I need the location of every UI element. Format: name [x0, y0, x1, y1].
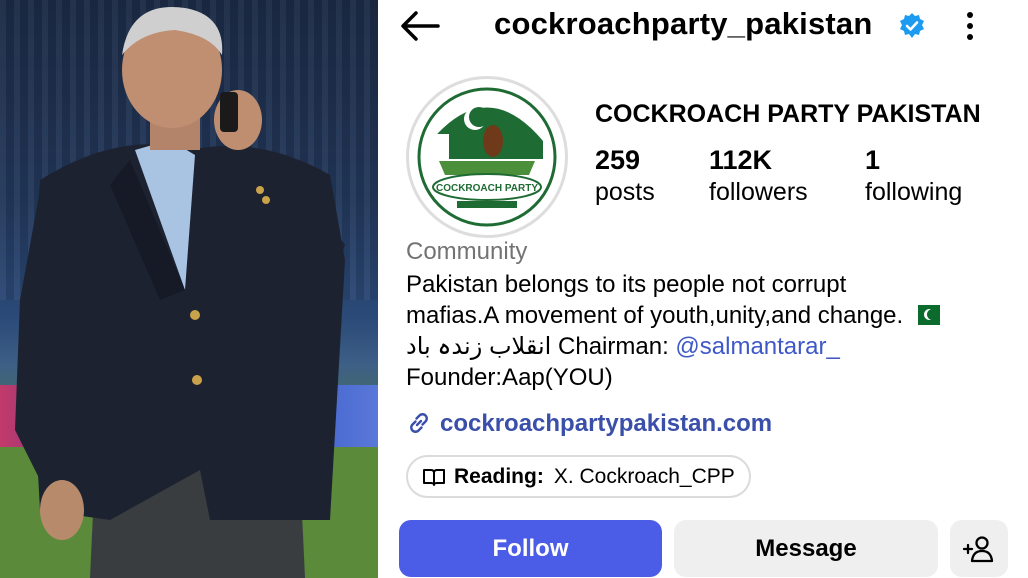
reading-label: Reading:	[454, 464, 544, 488]
website-url: cockroachpartypakistan.com	[440, 410, 773, 437]
bio-mention-link[interactable]: @salmantarar_	[675, 333, 839, 360]
verified-badge-icon	[900, 13, 924, 38]
link-icon	[410, 413, 428, 433]
pakistan-flag-icon	[909, 305, 940, 325]
avatar-logo-text: COCKROACH PARTY	[436, 183, 538, 194]
profile-handle: cockroachparty_pakistan	[494, 6, 873, 41]
add-user-button[interactable]	[950, 520, 1008, 577]
following-stat[interactable]: 1 following	[865, 145, 962, 207]
following-count: 1	[865, 145, 881, 175]
party-logo: COCKROACH PARTY	[417, 87, 557, 227]
following-label: following	[865, 178, 963, 206]
threads-reading-badge[interactable]: Reading: X. Cockroach_CPP	[406, 455, 751, 498]
posts-stat[interactable]: 259 posts	[595, 145, 655, 207]
back-arrow-icon[interactable]	[398, 8, 442, 44]
followers-stat[interactable]: 112K followers	[709, 145, 808, 207]
bio-line-2-text: mafias.A movement of youth,unity,and cha…	[406, 302, 904, 329]
website-link[interactable]: cockroachpartypakistan.com	[406, 410, 772, 438]
profile-photo	[0, 0, 378, 578]
man-on-phone-figure	[15, 6, 345, 578]
posts-count: 259	[595, 145, 641, 175]
profile-avatar[interactable]: COCKROACH PARTY	[406, 76, 568, 238]
bio-line-1: Pakistan belongs to its people not corru…	[406, 271, 847, 298]
follow-button[interactable]: Follow	[399, 520, 662, 577]
profile-category: Community	[406, 238, 528, 265]
followers-label: followers	[709, 178, 808, 206]
profile-panel: cockroachparty_pakistan COCKROACH PARTY …	[378, 0, 1028, 578]
display-name: COCKROACH PARTY PAKISTAN	[595, 100, 981, 128]
bio-line-4: Founder:Aap(YOU)	[406, 364, 613, 391]
bio-urdu-text: انقلاب زندہ باد	[406, 333, 552, 360]
bio-chairman-label: Chairman:	[551, 333, 676, 360]
posts-label: posts	[595, 178, 655, 206]
add-user-icon	[963, 535, 994, 562]
bio-line-3: انقلاب زندہ باد Chairman: @salmantarar_	[406, 331, 1006, 362]
message-button[interactable]: Message	[674, 520, 938, 577]
more-options-icon[interactable]	[960, 8, 980, 44]
book-icon	[423, 468, 445, 486]
reading-value: X. Cockroach_CPP	[553, 464, 735, 488]
followers-count: 112K	[709, 145, 773, 175]
top-bar: cockroachparty_pakistan	[378, 0, 1028, 54]
bio-line-2: mafias.A movement of youth,unity,and cha…	[406, 300, 1006, 331]
profile-bio: Pakistan belongs to its people not corru…	[406, 269, 1006, 393]
